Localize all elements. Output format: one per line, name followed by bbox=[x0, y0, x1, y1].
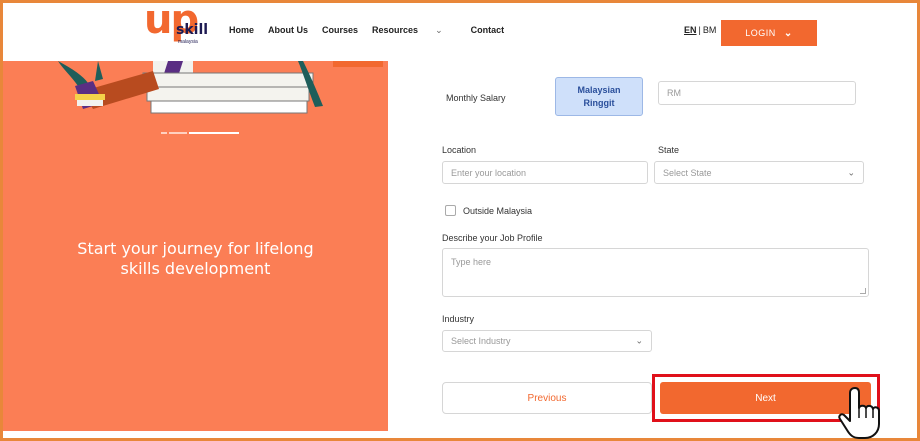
chevron-down-icon: ⌄ bbox=[635, 335, 643, 346]
job-profile-label: Describe your Job Profile bbox=[442, 233, 543, 243]
logo-sub: malaysia bbox=[178, 39, 198, 45]
nav-about-us[interactable]: About Us bbox=[268, 25, 308, 36]
outside-malaysia-label: Outside Malaysia bbox=[463, 206, 533, 216]
state-label: State bbox=[658, 145, 680, 155]
job-profile-placeholder: Type here bbox=[451, 257, 492, 267]
monthly-salary-label: Monthly Salary bbox=[446, 93, 506, 103]
salary-input[interactable]: RM bbox=[658, 81, 856, 105]
login-button[interactable]: LOGIN ⌄ bbox=[721, 20, 817, 46]
site-header: up skill malaysia Home About Us Courses … bbox=[3, 0, 917, 61]
currency-toggle[interactable]: Malaysian Ringgit bbox=[555, 77, 643, 116]
industry-select[interactable]: Select Industry ⌄ bbox=[442, 330, 652, 352]
previous-label: Previous bbox=[527, 392, 567, 404]
hero-panel: Start your journey for lifelong skills d… bbox=[3, 61, 388, 431]
chevron-down-icon: ⌄ bbox=[847, 167, 855, 177]
hand-pointer-icon bbox=[838, 387, 880, 439]
lang-separator: | bbox=[698, 25, 701, 35]
chevron-down-icon: ⌄ bbox=[783, 27, 793, 39]
currency-line1: Malaysian bbox=[577, 84, 621, 95]
next-label: Next bbox=[755, 392, 776, 404]
chevron-down-icon: ⌄ bbox=[435, 25, 443, 35]
outside-malaysia-checkbox[interactable] bbox=[445, 205, 456, 216]
location-input[interactable]: Enter your location bbox=[442, 161, 648, 184]
hero-tagline: Start your journey for lifelong skills d… bbox=[3, 239, 388, 279]
carousel-indicator[interactable] bbox=[161, 131, 241, 135]
previous-button[interactable]: Previous bbox=[442, 382, 652, 414]
login-label: LOGIN bbox=[745, 28, 776, 38]
nav-courses[interactable]: Courses bbox=[322, 25, 358, 36]
language-switch: EN | BM bbox=[684, 25, 716, 35]
tagline-line2: skills development bbox=[120, 259, 271, 278]
state-select[interactable]: Select State ⌄ bbox=[654, 161, 864, 184]
upskill-logo[interactable]: up skill malaysia bbox=[144, 0, 224, 47]
location-placeholder: Enter your location bbox=[451, 167, 527, 178]
reading-illustration bbox=[58, 61, 383, 114]
main-nav: Home About Us Courses Resources ⌄ Contact bbox=[229, 25, 518, 36]
industry-label: Industry bbox=[442, 314, 475, 324]
resize-handle-icon[interactable] bbox=[860, 288, 866, 294]
currency-line2: Ringgit bbox=[583, 97, 615, 108]
profile-form: Monthly Salary Malaysian Ringgit RM Loca… bbox=[390, 61, 917, 431]
salary-placeholder: RM bbox=[667, 88, 681, 98]
lang-en[interactable]: EN bbox=[684, 25, 697, 35]
industry-placeholder: Select Industry bbox=[451, 336, 511, 346]
nav-contact[interactable]: Contact bbox=[471, 25, 505, 36]
nav-home[interactable]: Home bbox=[229, 25, 254, 36]
location-label: Location bbox=[442, 145, 477, 155]
nav-resources-label: Resources bbox=[372, 25, 419, 35]
tagline-line1: Start your journey for lifelong bbox=[77, 239, 314, 258]
nav-resources[interactable]: Resources ⌄ bbox=[372, 25, 457, 36]
job-profile-textarea[interactable]: Type here bbox=[442, 248, 869, 297]
logo-word: skill bbox=[176, 22, 209, 38]
lang-bm[interactable]: BM bbox=[703, 25, 717, 35]
state-placeholder: Select State bbox=[663, 167, 712, 178]
